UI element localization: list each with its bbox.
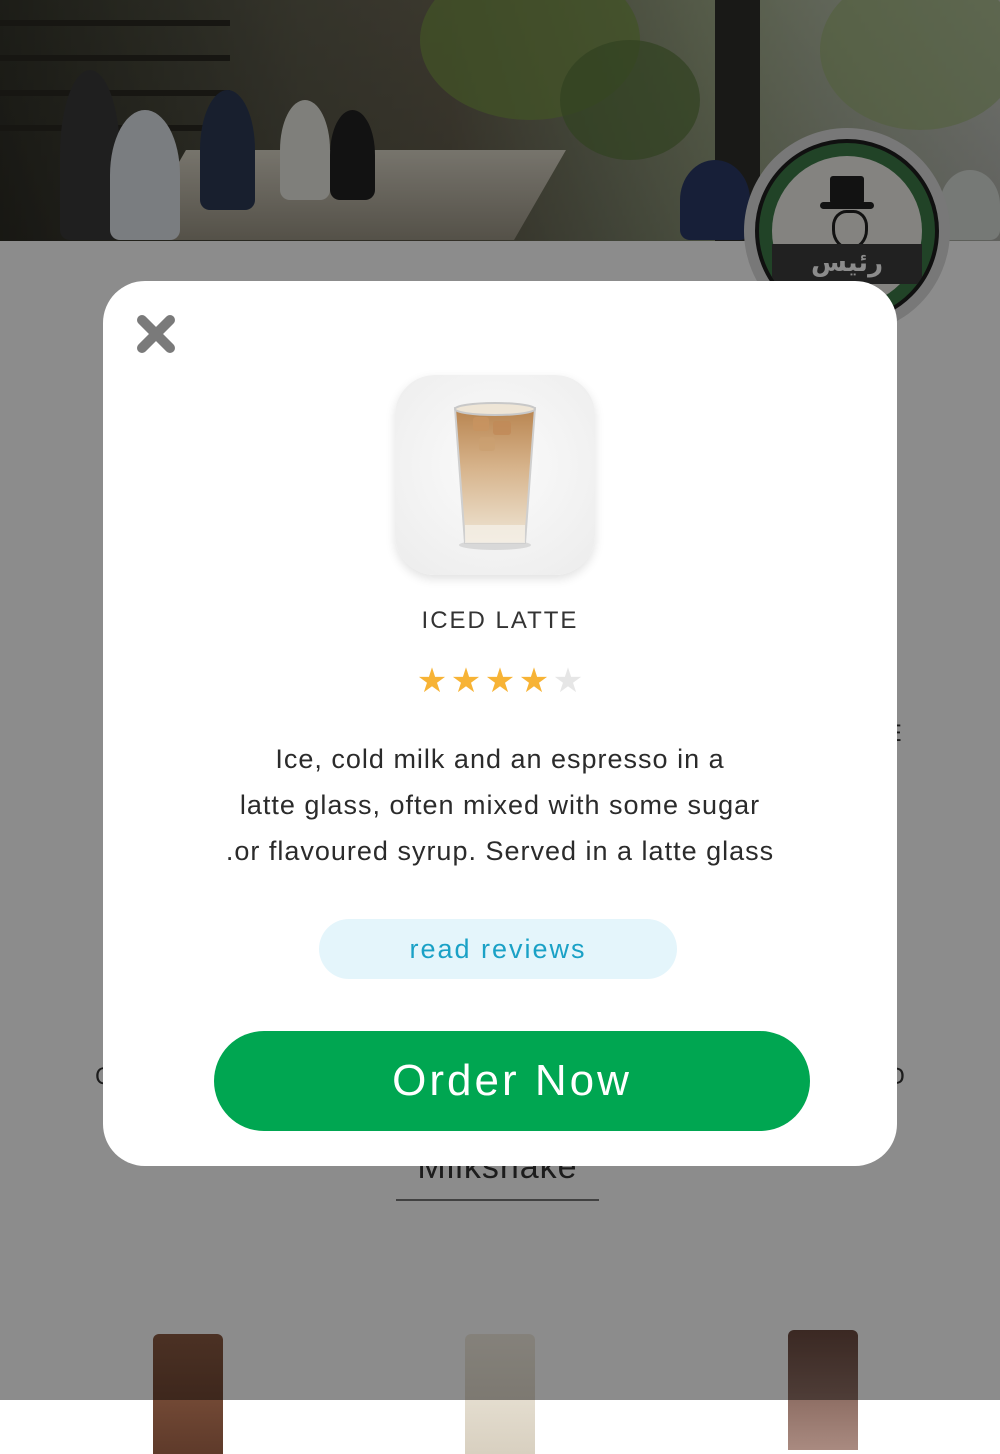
star-icon: ★ [416, 661, 448, 701]
description-line: .or flavoured syrup. Served in a latte g… [225, 836, 775, 866]
star-rating: ★ ★ ★ ★ ★ [103, 661, 897, 701]
star-icon: ★ [552, 661, 584, 701]
star-icon: ★ [518, 661, 550, 701]
description-line: latte glass, often mixed with some sugar [239, 790, 761, 820]
close-button[interactable] [133, 311, 179, 357]
read-reviews-button[interactable]: read reviews [319, 919, 677, 979]
product-modal: ICED LATTE ★ ★ ★ ★ ★ Ice, cold milk and an e… [103, 281, 897, 1166]
iced-latte-glass-image [453, 402, 537, 550]
star-icon: ★ [450, 661, 482, 701]
product-name: ICED LATTE [421, 607, 579, 634]
star-icon: ★ [484, 661, 516, 701]
description-line: Ice, cold milk and an espresso in a [275, 744, 725, 774]
product-description: Ice, cold milk and an espresso in a latt… [173, 736, 827, 874]
close-icon [137, 315, 175, 353]
product-image [395, 375, 595, 575]
order-now-button[interactable]: Order Now [214, 1031, 810, 1131]
